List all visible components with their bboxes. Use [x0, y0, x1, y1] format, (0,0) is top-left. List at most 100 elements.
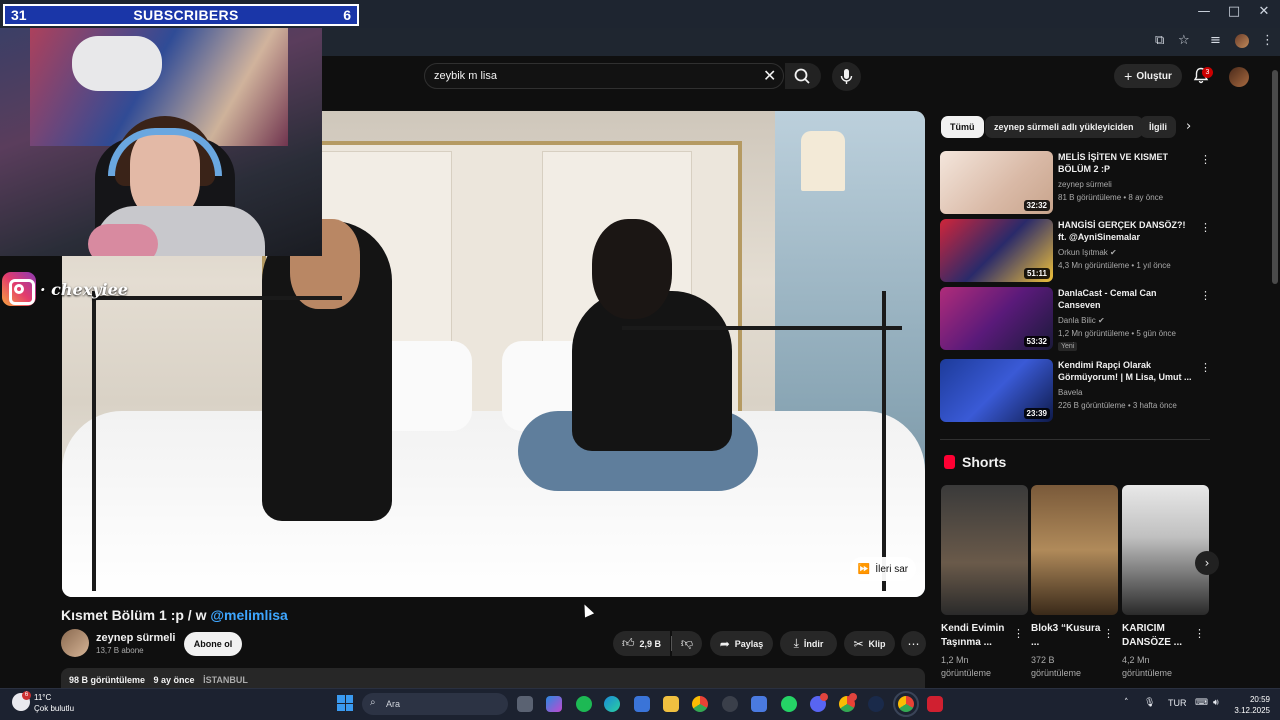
- voice-search-button[interactable]: [832, 62, 861, 91]
- channel-name[interactable]: zeynep sürmeli: [96, 632, 175, 644]
- tray-overflow-icon[interactable]: ˄: [1124, 698, 1129, 708]
- search-icon: [794, 68, 810, 84]
- kebab-menu-icon[interactable]: ⋮: [1103, 627, 1114, 640]
- recommendation-title[interactable]: HANGİSİ GERÇEK DANSÖZ?! ft. @AyniSinemal…: [1058, 219, 1193, 243]
- dislike-button[interactable]: 👎︎: [672, 631, 702, 656]
- search-button[interactable]: [785, 63, 821, 89]
- chip-related[interactable]: İlgili: [1140, 116, 1176, 138]
- recommendation-item[interactable]: 23:39 Kendimi Rapçi Olarak Görmüyorum! |…: [940, 359, 1211, 423]
- download-icon: ⤓: [793, 636, 799, 650]
- recommendation-title[interactable]: MELİS İŞİTEN VE KISMET BÖLÜM 2 :P: [1058, 151, 1193, 175]
- recommendation-title[interactable]: DanlaCast - Cemal Can Canseven: [1058, 287, 1193, 311]
- language-indicator[interactable]: TUR: [1168, 698, 1187, 708]
- reading-list-icon[interactable]: ≡: [1210, 33, 1221, 48]
- close-icon[interactable]: ✕: [1249, 4, 1279, 19]
- windows-start-icon[interactable]: [337, 695, 353, 711]
- network-app-icon[interactable]: [751, 696, 767, 712]
- short-thumbnail[interactable]: [1122, 485, 1209, 615]
- scrollbar-thumb[interactable]: [1272, 70, 1278, 284]
- video-title-text: Kısmet Bölüm 1 :p / w: [61, 607, 207, 623]
- chevron-right-icon[interactable]: ›: [1186, 119, 1191, 134]
- chip-all[interactable]: Tümü: [941, 116, 984, 138]
- kebab-menu-icon[interactable]: ⋮: [1200, 221, 1211, 234]
- instagram-overlay: · chexyiee: [2, 272, 128, 306]
- video-thumbnail[interactable]: 32:32: [940, 151, 1053, 214]
- video-thumbnail[interactable]: 23:39: [940, 359, 1053, 422]
- search-input[interactable]: zeybik m lisa: [434, 70, 497, 82]
- webcam-overlay: [0, 28, 322, 256]
- recommendation-channel[interactable]: Danla Bilic ✔: [1058, 316, 1105, 325]
- kebab-menu-icon[interactable]: ⋮: [1200, 153, 1211, 166]
- recommendation-meta: 4,3 Mn görüntüleme • 1 yıl önce: [1058, 261, 1171, 270]
- recommendation-item[interactable]: 53:32 DanlaCast - Cemal Can Canseven Dan…: [940, 287, 1211, 351]
- kebab-menu-icon[interactable]: ⋮: [1200, 361, 1211, 374]
- video-scene-mic-arm: [92, 296, 342, 300]
- task-view-icon[interactable]: [517, 696, 533, 712]
- section-divider: [940, 439, 1210, 440]
- download-button[interactable]: ⤓ İndir: [780, 631, 837, 656]
- clock-date: 3.12.2025: [1234, 706, 1270, 715]
- minimize-icon[interactable]: —: [1189, 4, 1219, 19]
- volume-icon[interactable]: 🔊︎: [1213, 698, 1219, 708]
- short-thumbnail[interactable]: [1031, 485, 1118, 615]
- store-icon[interactable]: [634, 696, 650, 712]
- weather-temperature[interactable]: 11°C: [34, 693, 51, 702]
- channel-avatar[interactable]: [61, 629, 89, 657]
- description-meta: 98 B görüntüleme 9 ay önce İSTANBUL: [69, 675, 254, 685]
- kebab-menu-icon[interactable]: ⋮: [1194, 627, 1205, 640]
- taskbar-search[interactable]: [362, 693, 508, 715]
- create-button[interactable]: + Oluştur: [1114, 64, 1182, 88]
- like-button[interactable]: 👍︎ 2,9 B: [613, 631, 670, 656]
- download-label: İndir: [803, 638, 824, 649]
- obs-icon[interactable]: [722, 696, 738, 712]
- recommendation-item[interactable]: 51:11 HANGİSİ GERÇEK DANSÖZ?! ft. @AyniS…: [940, 219, 1211, 283]
- chip-from-uploader[interactable]: zeynep sürmeli adlı yükleyiciden: [985, 116, 1143, 138]
- file-explorer-icon[interactable]: [663, 696, 679, 712]
- share-button[interactable]: ➦ Paylaş: [710, 631, 773, 656]
- network-icon[interactable]: ⌨︎: [1195, 698, 1208, 708]
- thumbs-up-icon: 👍︎: [621, 636, 635, 650]
- skip-forward-button[interactable]: ⏩ İleri sar: [850, 557, 916, 581]
- short-title[interactable]: Blok3 “Kusura ...: [1031, 622, 1105, 650]
- video-title-mention-link[interactable]: @melimlisa: [210, 607, 287, 623]
- weather-condition[interactable]: Çok bulutlu: [34, 704, 74, 713]
- like-count: 2,9 B: [639, 638, 662, 649]
- edge-icon[interactable]: [604, 696, 620, 712]
- short-title[interactable]: Kendi Evimin Taşınma ...: [941, 622, 1015, 650]
- browser-menu-icon[interactable]: ⋮: [1261, 33, 1274, 48]
- maximize-icon[interactable]: □: [1219, 4, 1249, 19]
- system-clock[interactable]: 20:59 3.12.2025: [1234, 694, 1270, 716]
- steam-icon[interactable]: [868, 696, 884, 712]
- clear-search-icon[interactable]: ✕: [763, 66, 776, 86]
- recommendation-channel[interactable]: Orkun Işıtmak ✔: [1058, 248, 1117, 257]
- recommendation-channel[interactable]: zeynep sürmeli: [1058, 180, 1112, 189]
- taskbar-search-placeholder[interactable]: Ara: [386, 699, 400, 709]
- recommendation-item[interactable]: 32:32 MELİS İŞİTEN VE KISMET BÖLÜM 2 :P …: [940, 151, 1211, 215]
- short-thumbnail[interactable]: [941, 485, 1028, 615]
- kebab-menu-icon[interactable]: ⋮: [1200, 289, 1211, 302]
- cast-icon[interactable]: ⧉: [1155, 33, 1164, 48]
- bookmark-star-icon[interactable]: ☆: [1178, 33, 1190, 48]
- copilot-icon[interactable]: [546, 696, 562, 712]
- clip-button[interactable]: ✂ Klip: [844, 631, 895, 656]
- recommendation-title[interactable]: Kendimi Rapçi Olarak Görmüyorum! | M Lis…: [1058, 359, 1193, 383]
- shorts-next-button[interactable]: ›: [1195, 551, 1219, 575]
- location-tag[interactable]: İSTANBUL: [203, 675, 248, 685]
- video-thumbnail[interactable]: 51:11: [940, 219, 1053, 282]
- kebab-menu-icon[interactable]: ⋮: [1013, 627, 1024, 640]
- recommendation-meta: 81 B görüntüleme • 8 ay önce: [1058, 193, 1164, 202]
- tray-microphone-icon[interactable]: 🎙︎: [1144, 698, 1155, 708]
- whatsapp-icon[interactable]: [781, 696, 797, 712]
- spotify-icon[interactable]: [576, 696, 592, 712]
- video-title: Kısmet Bölüm 1 :p / w @melimlisa: [61, 607, 288, 623]
- recommendation-channel[interactable]: Bavela: [1058, 388, 1082, 397]
- recording-app-icon[interactable]: [927, 696, 943, 712]
- active-chrome-icon[interactable]: [893, 691, 919, 717]
- subscribe-button[interactable]: Abone ol: [184, 632, 242, 656]
- chrome-icon[interactable]: [692, 696, 708, 712]
- video-thumbnail[interactable]: 53:32: [940, 287, 1053, 350]
- short-title[interactable]: KARICIM DANSÖZE ...: [1122, 622, 1196, 650]
- account-avatar[interactable]: [1229, 67, 1249, 87]
- more-actions-button[interactable]: ⋯: [901, 631, 926, 656]
- profile-avatar[interactable]: [1235, 34, 1249, 48]
